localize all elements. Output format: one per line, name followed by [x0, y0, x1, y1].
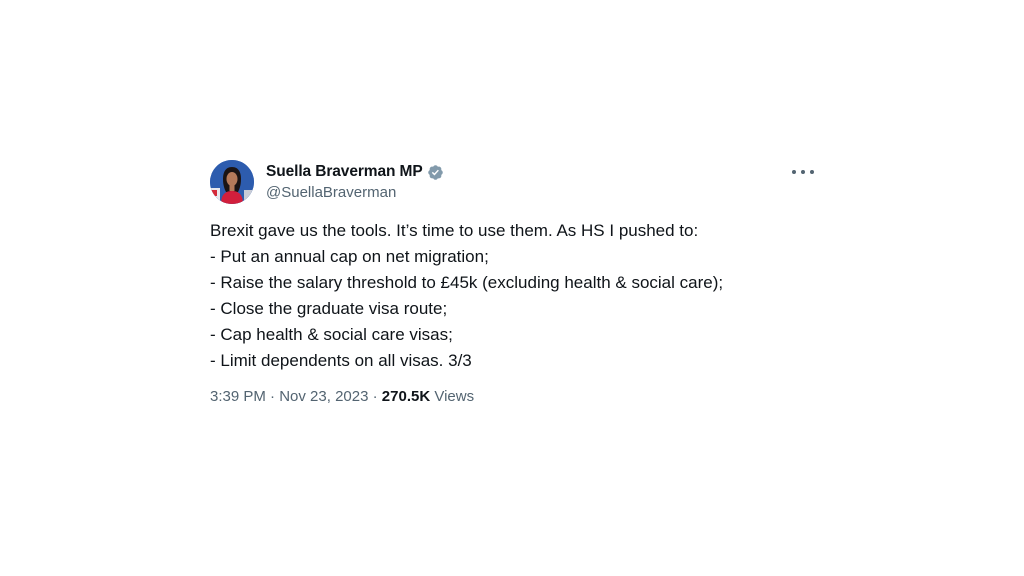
- views-label: Views: [434, 388, 475, 405]
- avatar[interactable]: [210, 160, 254, 204]
- verified-badge-icon[interactable]: [427, 164, 444, 181]
- more-horizontal-icon-dot: [801, 170, 805, 174]
- tweet-text-line: Brexit gave us the tools. It’s time to u…: [210, 221, 699, 240]
- tweet-text-line: - Raise the salary threshold to £45k (ex…: [210, 273, 724, 292]
- more-horizontal-icon: [792, 170, 796, 174]
- tweet-time[interactable]: 3:39 PM: [210, 388, 266, 405]
- author-handle[interactable]: @SuellaBraverman: [266, 184, 444, 201]
- tweet-text-line: - Put an annual cap on net migration;: [210, 247, 489, 266]
- profile-photo: [210, 160, 254, 204]
- more-options-button[interactable]: [792, 162, 814, 182]
- tweet-text: Brexit gave us the tools. It’s time to u…: [210, 218, 814, 374]
- author-info: Suella Braverman MP @SuellaBraverman: [266, 162, 444, 201]
- tweet-meta: 3:39 PM · Nov 23, 2023 · 270.5K Views: [210, 388, 474, 405]
- views-count[interactable]: 270.5K: [382, 388, 430, 405]
- author-name-row: Suella Braverman MP: [266, 162, 444, 182]
- more-horizontal-icon-dot: [810, 170, 814, 174]
- tweet-text-line: - Close the graduate visa route;: [210, 299, 448, 318]
- tweet-text-line: - Cap health & social care visas;: [210, 325, 453, 344]
- display-name[interactable]: Suella Braverman MP: [266, 163, 423, 181]
- tweet-date[interactable]: Nov 23, 2023: [279, 388, 368, 405]
- tweet-text-line: - Limit dependents on all visas. 3/3: [210, 351, 472, 370]
- meta-separator: ·: [372, 388, 378, 405]
- meta-separator: ·: [270, 388, 276, 405]
